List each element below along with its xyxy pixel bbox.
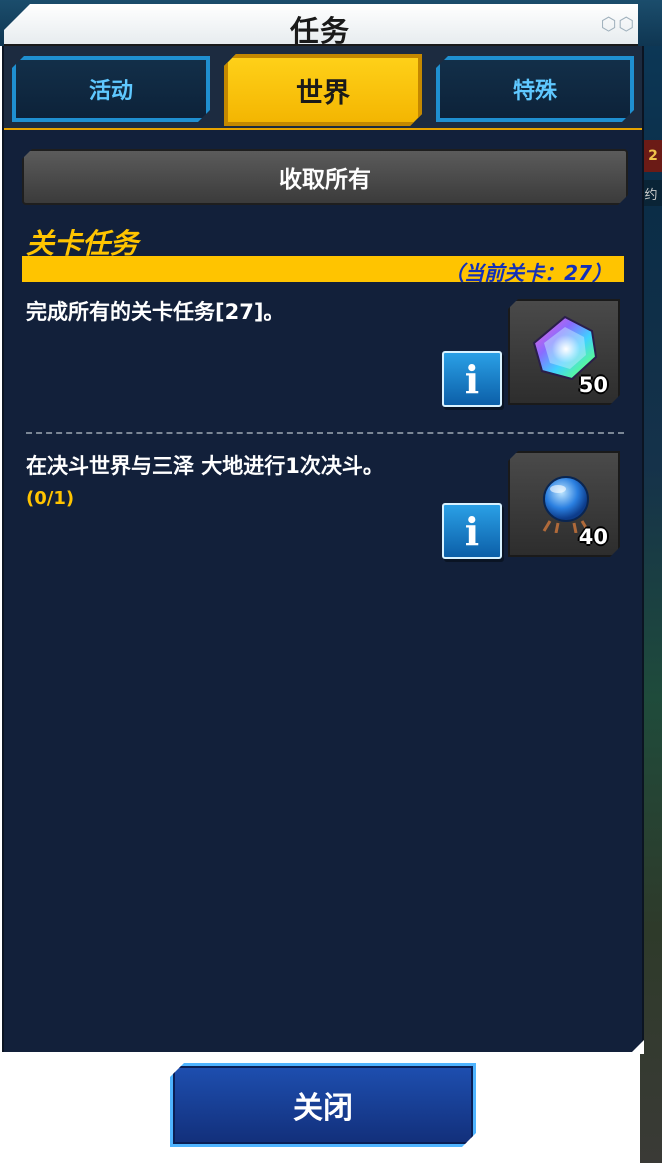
reward-count: 50	[578, 373, 608, 397]
collect-all-button[interactable]: 收取所有	[22, 149, 628, 205]
mission-description: 在决斗世界与三泽 大地进行1次决斗。	[26, 454, 384, 478]
tab-world[interactable]: 世界	[224, 54, 422, 126]
current-level-label: （当前关卡：27）	[444, 261, 612, 285]
reward-slot[interactable]: 50	[508, 299, 620, 405]
info-icon: i	[464, 508, 480, 554]
info-button[interactable]: i	[442, 503, 502, 559]
mission-panel: 活动 世界 特殊 收取所有 关卡任务 （当前关卡：27） 完成所有的关卡任务[2…	[2, 46, 644, 1054]
reward-slot[interactable]: 40	[508, 451, 620, 557]
background-chip: 2	[642, 140, 662, 172]
info-icon: i	[464, 356, 480, 402]
mission-divider	[26, 432, 624, 434]
info-button[interactable]: i	[442, 351, 502, 407]
tab-special[interactable]: 特殊	[436, 56, 634, 122]
panel-corner	[630, 1040, 644, 1054]
rare-orb-icon	[536, 473, 596, 533]
hexagon-deco-icon: ⬡⬡	[600, 14, 636, 35]
section-bar: （当前关卡：27）	[22, 256, 624, 285]
mission-item: 在决斗世界与三泽 大地进行1次决斗。 (0/1) i 40	[4, 450, 642, 580]
mission-progress: (0/1)	[26, 488, 75, 509]
mission-description: 完成所有的关卡任务[27]。	[26, 300, 285, 324]
tab-events[interactable]: 活动	[12, 56, 210, 122]
close-button[interactable]: 关闭	[170, 1063, 476, 1147]
mission-item: 完成所有的关卡任务[27]。 i 50	[4, 296, 642, 426]
dialog-header: 任务 ⬡⬡	[0, 0, 662, 48]
reward-count: 40	[578, 525, 608, 549]
tab-bar: 活动 世界 特殊	[4, 46, 642, 130]
dialog-title: 任务	[289, 14, 350, 48]
